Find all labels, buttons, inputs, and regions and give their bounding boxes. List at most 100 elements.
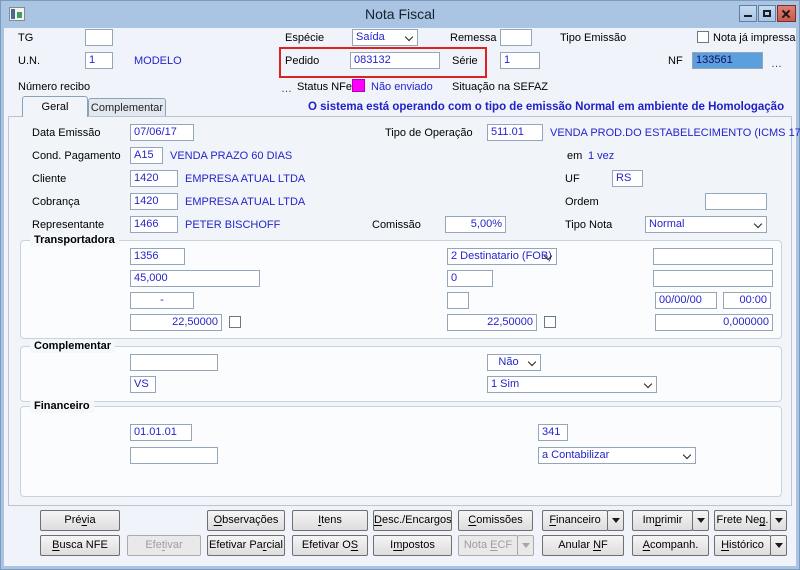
transportadora-group-title: Transportadora	[30, 234, 119, 247]
parcelas-prefix: em	[567, 150, 583, 162]
operacao-presencial-select[interactable]: 1 Sim	[487, 376, 657, 393]
un-field[interactable]: 1	[85, 52, 113, 69]
chevron-down-icon	[643, 379, 653, 389]
previa-button[interactable]: Prévia	[40, 510, 120, 531]
maximize-icon	[763, 10, 771, 17]
efetivar-os-button[interactable]: Efetivar OS	[292, 535, 368, 556]
dropdown-arrow-icon	[611, 517, 620, 523]
serie-field[interactable]: 1	[500, 52, 540, 69]
representante-field[interactable]: 1466	[130, 216, 178, 233]
comissao-field[interactable]: 5,00%	[445, 216, 506, 233]
frete-neg-dropdown-button[interactable]	[770, 510, 787, 531]
nota-impressa-checkbox[interactable]	[697, 31, 709, 43]
tipo-nota-label: Tipo Nota	[565, 219, 613, 231]
imprimir-button[interactable]: Imprimir	[632, 510, 693, 531]
representante-label: Representante	[32, 219, 105, 231]
ordem-field[interactable]	[705, 193, 767, 210]
cobranca-desc: EMPRESA ATUAL LTDA	[185, 196, 306, 208]
parcelas-value: 1 vez	[588, 150, 615, 162]
cobranca-field[interactable]: 1420	[130, 193, 178, 210]
imprimir-dropdown-button[interactable]	[692, 510, 709, 531]
volume-field[interactable]: 45,000	[130, 270, 260, 287]
transportadora-field[interactable]: 1356	[130, 248, 185, 265]
itens-button[interactable]: Itens	[292, 510, 368, 531]
tipo-emissao-label: Tipo Emissão	[560, 32, 627, 44]
data-emissao-label: Data Emissão	[32, 127, 101, 139]
mercado-field[interactable]: VS	[130, 376, 156, 393]
peso-extra-field[interactable]: 0,000000	[655, 314, 773, 331]
cond-pagamento-field[interactable]: A15	[130, 147, 163, 164]
busca-nfe-button[interactable]: Busca NFE	[40, 535, 120, 556]
especie-transp-field[interactable]	[653, 270, 773, 287]
chevron-down-icon	[404, 32, 414, 42]
situacao-sefaz-label: Situação na SEFAZ	[452, 81, 548, 93]
frete-select[interactable]: 2 Destinatario (FOB)	[447, 248, 557, 265]
representante-desc: PETER BISCHOFF	[185, 219, 281, 231]
tg-label: TG	[18, 32, 34, 44]
serie-label: Série	[452, 55, 478, 67]
tg-field[interactable]	[85, 29, 113, 46]
pedido-field[interactable]: 083132	[350, 52, 440, 69]
data-saida-field[interactable]: 00/00/00	[655, 292, 717, 309]
financeiro-dropdown-button[interactable]	[607, 510, 624, 531]
cliente-desc: EMPRESA ATUAL LTDA	[185, 173, 306, 185]
chevron-down-icon	[682, 450, 692, 460]
tab-geral[interactable]: Geral	[22, 96, 88, 117]
nf-field[interactable]: 133561	[692, 52, 763, 69]
conta-field[interactable]: 01.01.01	[130, 424, 192, 441]
ordem-compra-field[interactable]	[130, 354, 218, 371]
historico-button[interactable]: Histórico	[714, 535, 771, 556]
observacoes-button[interactable]: Observações	[207, 510, 285, 531]
peso-liquido-field[interactable]: 22,50000	[130, 314, 222, 331]
acompanh-button[interactable]: Acompanh.	[632, 535, 709, 556]
anular-nf-button[interactable]: Anular NF	[542, 535, 624, 556]
frete-neg-button[interactable]: Frete Neg.	[714, 510, 771, 531]
peso-bruto-field[interactable]: 22,50000	[447, 314, 537, 331]
tipo-nota-select[interactable]: Normal	[645, 216, 767, 233]
nota-ecf-button: Nota ECF	[458, 535, 518, 556]
tipo-operacao-label: Tipo de Operação	[385, 127, 473, 139]
status-dots[interactable]: …	[281, 84, 293, 95]
cliente-field[interactable]: 1420	[130, 170, 178, 187]
efetivar-parcial-button[interactable]: Efetivar Parcial	[207, 535, 285, 556]
minimize-button[interactable]	[739, 5, 757, 22]
comissoes-button[interactable]: Comissões	[458, 510, 533, 531]
cobranca-label: Cobrança	[32, 196, 80, 208]
financeiro-button[interactable]: Financeiro	[542, 510, 608, 531]
tipo-operacao-desc: VENDA PROD.DO ESTABELECIMENTO (ICMS 17%)	[550, 127, 800, 139]
contabilidade-select[interactable]: a Contabilizar	[538, 447, 696, 464]
nf-label: NF	[668, 55, 683, 67]
tipo-operacao-field[interactable]: 511.01	[487, 124, 543, 141]
status-nfe-swatch	[352, 79, 365, 92]
quantidade-field[interactable]: 0	[447, 270, 493, 287]
efetivar-button: Efetivar	[127, 535, 201, 556]
nota-impressa-label: Nota já impressa	[713, 32, 796, 44]
desc-encargos-button[interactable]: Desc./Encargos	[373, 510, 452, 531]
data-emissao-field[interactable]: 07/06/17	[130, 124, 194, 141]
nf-lookup-dots[interactable]: …	[771, 59, 783, 70]
portador-field[interactable]: 341	[538, 424, 568, 441]
un-desc: MODELO	[134, 55, 182, 67]
peso-bruto-checkbox[interactable]	[544, 316, 556, 328]
projeto-field[interactable]	[130, 447, 218, 464]
uf-field[interactable]: RS	[612, 170, 643, 187]
status-nfe-value: Não enviado	[371, 81, 433, 93]
close-button[interactable]	[777, 5, 796, 22]
placa-field[interactable]: -	[130, 292, 194, 309]
especie-label: Espécie	[285, 32, 325, 44]
window-title: Nota Fiscal	[364, 6, 436, 22]
impostos-button[interactable]: Impostos	[373, 535, 452, 556]
remessa-field[interactable]	[500, 29, 532, 46]
peso-liquido-checkbox[interactable]	[229, 316, 241, 328]
historico-dropdown-button[interactable]	[770, 535, 787, 556]
marca-field[interactable]	[653, 248, 773, 265]
maximize-button[interactable]	[758, 5, 776, 22]
dropdown-arrow-icon	[774, 517, 783, 523]
hora-saida-field[interactable]: 00:00	[723, 292, 771, 309]
uf-placa-field[interactable]	[447, 292, 469, 309]
entregar-apos-select[interactable]: Não	[487, 354, 541, 371]
tab-complementar[interactable]: Complementar	[88, 98, 166, 116]
comissao-label: Comissão	[372, 219, 421, 231]
complementar-group-title: Complementar	[30, 340, 116, 353]
especie-select[interactable]: Saída	[352, 29, 418, 46]
